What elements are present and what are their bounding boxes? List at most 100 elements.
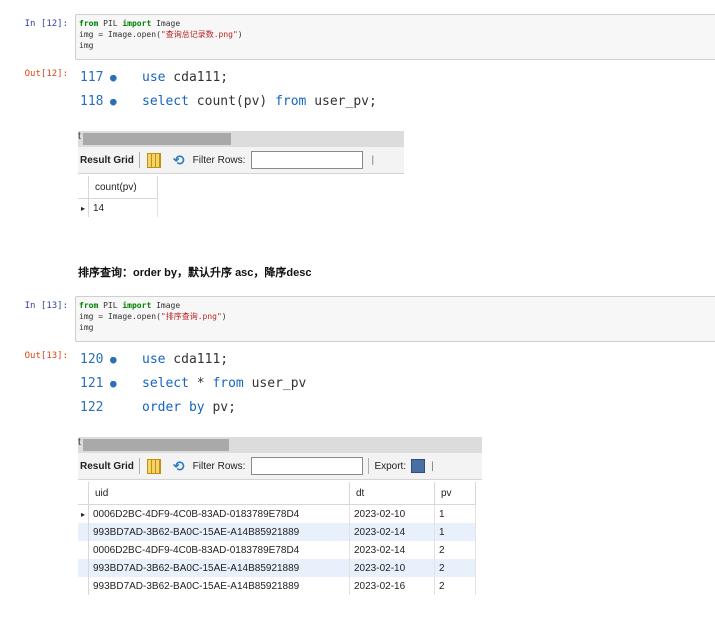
tab-blurred[interactable] <box>83 133 231 145</box>
sql-keyword: use <box>142 352 166 367</box>
code-keyword: from <box>79 19 99 28</box>
toolbar-cursor: | <box>371 154 375 166</box>
toolbar-separator <box>138 152 140 168</box>
tab-marker: t <box>78 437 81 448</box>
execute-dot-icon: ● <box>110 71 117 84</box>
table-cell[interactable]: 0006D2BC-4DF9-4C0B-83AD-0183789E78D4 <box>88 504 350 523</box>
code-text: ) <box>221 312 227 321</box>
execute-dot-icon: ● <box>110 353 117 366</box>
filter-rows-input[interactable] <box>251 151 364 169</box>
table-cell[interactable]: 2 <box>434 541 476 559</box>
input-prompt: In [13]: <box>24 301 68 311</box>
code-text: PIL <box>98 301 123 310</box>
filter-rows-input[interactable] <box>251 457 364 475</box>
table-cell[interactable]: 1 <box>434 504 476 523</box>
table-cell[interactable]: 0006D2BC-4DF9-4C0B-83AD-0183789E78D4 <box>88 541 350 559</box>
sql-text: cda111; <box>165 352 229 367</box>
table-cell[interactable]: 14 <box>88 198 158 217</box>
table-cell[interactable]: 993BD7AD-3B62-BA0C-15AE-A14B85921889 <box>88 559 350 577</box>
toolbar-cursor: | <box>431 460 434 472</box>
code-text: Image <box>151 19 181 28</box>
result-panel: t Result Grid ⟲ Filter Rows: Export: | u… <box>78 437 482 595</box>
row-marker <box>78 523 89 541</box>
code-text: PIL <box>98 19 123 28</box>
table-header-row: count(pv) <box>78 176 158 199</box>
code-keyword: import <box>122 19 152 28</box>
sql-keyword: from <box>275 94 307 109</box>
column-header-uid[interactable]: uid <box>88 482 350 505</box>
toolbar-separator <box>368 458 370 474</box>
output-prompt: Out[12]: <box>24 69 68 79</box>
markdown-heading: 排序查询：order by，默认升序 asc，降序desc <box>78 267 312 279</box>
sql-text: user_pv <box>243 376 307 391</box>
tab-blurred[interactable] <box>83 439 229 451</box>
code-input-cell[interactable]: from PIL import Image img = Image.open("… <box>75 296 715 342</box>
filter-rows-label: Filter Rows: <box>192 460 246 472</box>
table-row[interactable]: 993BD7AD-3B62-BA0C-15AE-A14B85921889 202… <box>78 577 476 595</box>
table-cell[interactable]: 2 <box>434 577 476 595</box>
table-cell[interactable]: 2023-02-10 <box>349 559 435 577</box>
column-header[interactable]: count(pv) <box>88 176 158 199</box>
tab-marker: t <box>78 131 81 142</box>
export-label: Export: <box>374 460 407 472</box>
sql-keyword: order by <box>142 400 205 415</box>
table-cell[interactable]: 2023-02-14 <box>349 541 435 559</box>
sql-text: * <box>188 376 213 391</box>
execute-dot-icon: ● <box>110 377 117 390</box>
row-marker-header <box>78 176 89 199</box>
table-cell[interactable]: 2023-02-14 <box>349 523 435 541</box>
result-panel: t Result Grid ⟲ Filter Rows: | count(pv)… <box>78 131 404 217</box>
row-marker <box>78 559 89 577</box>
table-row[interactable]: ▸ 14 <box>78 198 158 217</box>
table-cell[interactable]: 993BD7AD-3B62-BA0C-15AE-A14B85921889 <box>88 523 350 541</box>
filter-rows-label: Filter Rows: <box>192 154 246 166</box>
table-row[interactable]: 0006D2BC-4DF9-4C0B-83AD-0183789E78D4 202… <box>78 541 476 559</box>
column-header-dt[interactable]: dt <box>349 482 435 505</box>
sql-keyword: use <box>142 70 166 85</box>
result-toolbar: Result Grid ⟲ Filter Rows: Export: | <box>78 453 482 480</box>
code-text: img = Image.open( <box>79 312 161 321</box>
sql-line: 120 ● use cda111; <box>80 348 410 372</box>
code-text: img = Image.open( <box>79 30 161 39</box>
table-row[interactable]: ▸ 0006D2BC-4DF9-4C0B-83AD-0183789E78D4 2… <box>78 504 476 523</box>
line-number: 121 <box>80 376 104 391</box>
code-string: "查询总记录数.png" <box>160 30 238 39</box>
refresh-icon[interactable]: ⟲ <box>173 458 185 475</box>
grid-view-icon[interactable] <box>146 458 161 474</box>
table-cell[interactable]: 2 <box>434 559 476 577</box>
refresh-icon[interactable]: ⟲ <box>173 152 185 169</box>
sql-keyword: from <box>212 376 244 391</box>
code-text: img <box>79 323 94 332</box>
code-input-cell[interactable]: from PIL import Image img = Image.open("… <box>75 14 715 60</box>
column-header-pv[interactable]: pv <box>434 482 476 505</box>
result-toolbar: Result Grid ⟲ Filter Rows: | <box>78 147 404 174</box>
execute-dot-icon: ● <box>110 95 117 108</box>
table-cell[interactable]: 1 <box>434 523 476 541</box>
row-marker: ▸ <box>78 198 89 217</box>
result-table: count(pv) ▸ 14 <box>78 176 158 217</box>
grid-view-icon[interactable] <box>146 152 161 168</box>
sql-keyword: select <box>142 376 189 391</box>
input-prompt: In [12]: <box>24 19 68 29</box>
export-icon[interactable] <box>411 459 426 473</box>
table-cell[interactable]: 993BD7AD-3B62-BA0C-15AE-A14B85921889 <box>88 577 350 595</box>
code-keyword: from <box>79 301 99 310</box>
toolbar-separator <box>138 458 140 474</box>
line-number: 120 <box>80 352 104 367</box>
result-grid-tab[interactable]: Result Grid <box>80 155 134 166</box>
sql-line: 117 ● use cda111; <box>80 66 410 90</box>
table-row[interactable]: 993BD7AD-3B62-BA0C-15AE-A14B85921889 202… <box>78 523 476 541</box>
table-row[interactable]: 993BD7AD-3B62-BA0C-15AE-A14B85921889 202… <box>78 559 476 577</box>
table-header-row: uid dt pv <box>78 482 476 505</box>
table-cell[interactable]: 2023-02-16 <box>349 577 435 595</box>
table-cell[interactable]: 2023-02-10 <box>349 504 435 523</box>
sql-text: count(pv) <box>188 94 276 109</box>
sql-editor-image: 120 ● use cda111; 121 ● select * from user_p… <box>80 348 410 420</box>
result-tab-bar: t <box>78 437 482 453</box>
sql-text: pv; <box>204 400 236 415</box>
sql-editor-image: 117 ● use cda111; 118 ● select count(pv) fro… <box>80 66 410 114</box>
sql-line: 122 order by pv; <box>80 396 410 420</box>
result-grid-tab[interactable]: Result Grid <box>80 461 134 472</box>
code-string: "排序查询.png" <box>160 312 222 321</box>
code-text: img <box>79 41 94 50</box>
